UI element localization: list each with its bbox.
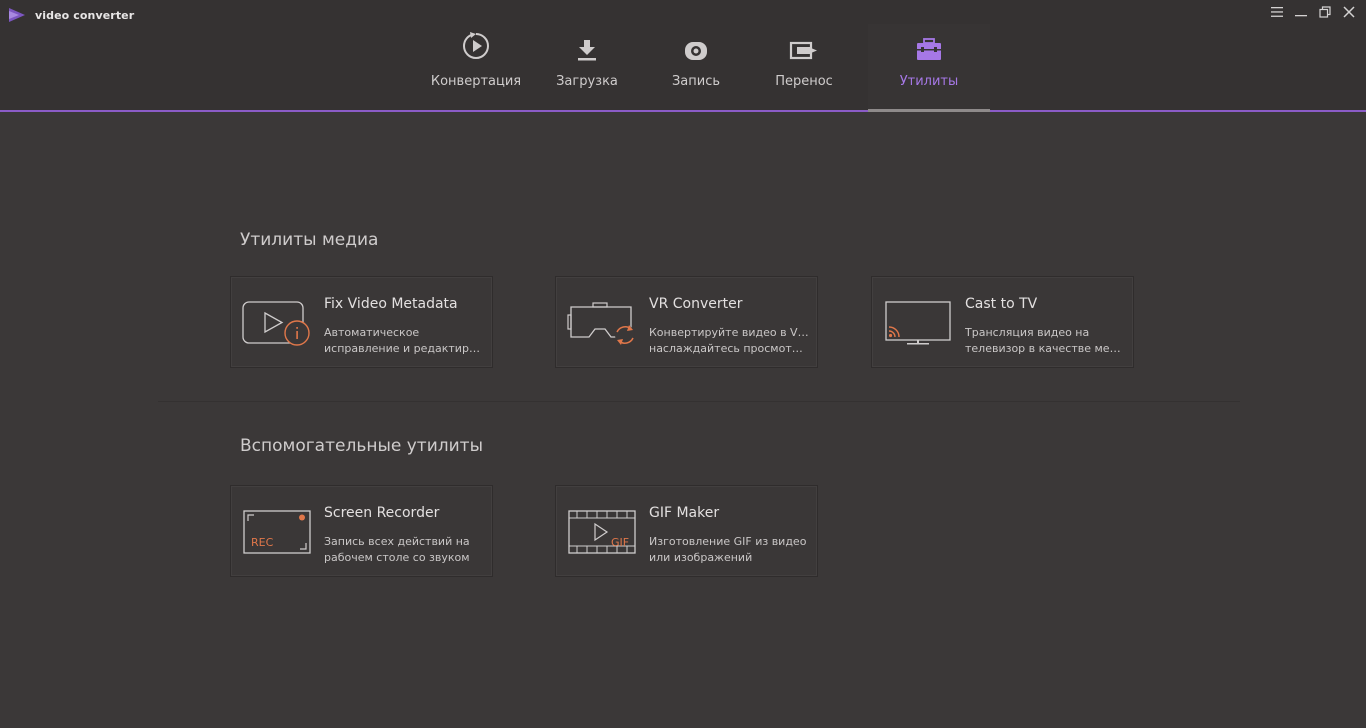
tab-record[interactable]: Запись (642, 24, 750, 110)
card-vr-converter[interactable]: VR Converter Конвертируйте видео в VR и … (555, 276, 818, 368)
menu-icon[interactable] (1268, 4, 1286, 20)
tab-record-label: Запись (671, 74, 721, 89)
tab-convert-label: Конвертация (430, 74, 522, 89)
section-title-media: Утилиты медиа (240, 230, 379, 250)
app-logo-icon (9, 8, 25, 22)
gif-badge: GIF (611, 536, 629, 549)
app-title: video converter (35, 8, 135, 22)
card-description: Изготовление GIF из видео или изображени… (649, 535, 807, 564)
section-title-helpers: Вспомогательные утилиты (240, 436, 483, 456)
card-gif-maker[interactable]: GIF GIF Maker Изготовление GIF из видео … (555, 485, 818, 577)
app-window: video converter Конвертация Загрузка Зап… (0, 0, 1366, 728)
window-controls (1268, 4, 1358, 20)
main-nav: Конвертация Загрузка Запись Перенос Утил… (420, 24, 990, 112)
tab-download-label: Загрузка (556, 74, 618, 89)
cast-tv-icon (885, 301, 951, 345)
record-icon (683, 30, 709, 62)
card-cast-to-tv[interactable]: Cast to TV Трансляция видео на телевизор… (871, 276, 1134, 368)
tab-utilities[interactable]: Утилиты (868, 24, 990, 112)
rec-badge: REC (251, 536, 274, 549)
card-title: Fix Video Metadata (324, 296, 458, 312)
card-description: Автоматическое исправление и редактиров.… (324, 326, 484, 355)
restore-icon[interactable] (1316, 4, 1334, 20)
card-fix-video-metadata[interactable]: Fix Video Metadata Автоматическое исправ… (230, 276, 493, 368)
card-screen-recorder[interactable]: REC Screen Recorder Запись всех действий… (230, 485, 493, 577)
card-title: GIF Maker (649, 505, 720, 521)
section-divider (158, 401, 1240, 402)
card-description: Запись всех действий на рабочем столе со… (324, 535, 470, 564)
convert-icon (460, 30, 492, 62)
close-icon[interactable] (1340, 4, 1358, 20)
tab-convert[interactable]: Конвертация (420, 24, 532, 110)
top-header: video converter Конвертация Загрузка Зап… (0, 0, 1366, 112)
toolbox-icon (915, 30, 943, 62)
card-description: Конвертируйте видео в VR и наслаждайтесь… (649, 326, 809, 355)
brand: video converter (8, 7, 134, 23)
download-icon (575, 30, 599, 62)
tab-download[interactable]: Загрузка (532, 24, 642, 110)
gif-film-icon: GIF (568, 510, 636, 554)
tab-transfer-label: Перенос (775, 74, 833, 89)
tab-utilities-label: Утилиты (899, 74, 959, 89)
screen-rec-icon: REC (243, 510, 311, 554)
transfer-icon (789, 30, 819, 62)
card-title: Screen Recorder (324, 505, 440, 521)
card-description: Трансляция видео на телевизор в качестве… (965, 326, 1125, 355)
card-title: VR Converter (649, 296, 743, 312)
video-info-icon (242, 301, 310, 346)
card-title: Cast to TV (965, 296, 1038, 312)
tab-transfer[interactable]: Перенос (750, 24, 858, 110)
minimize-icon[interactable] (1292, 4, 1310, 20)
vr-headset-icon (567, 302, 635, 345)
